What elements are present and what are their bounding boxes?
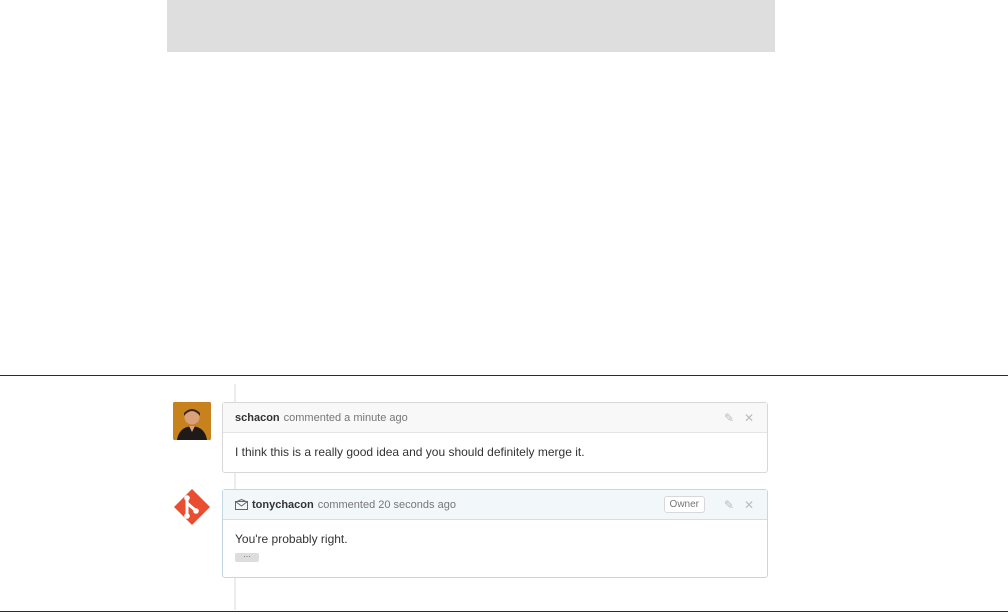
pencil-icon[interactable]: ✎ — [723, 499, 735, 511]
comment-header: tonychacon commented 20 seconds ago Owne… — [223, 490, 767, 520]
mail-icon — [235, 499, 248, 510]
close-icon[interactable]: ✕ — [743, 499, 755, 511]
comment-meta[interactable]: commented 20 seconds ago — [318, 499, 456, 511]
comment-text: I think this is a really good idea and y… — [235, 445, 585, 459]
comment-card: tonychacon commented 20 seconds ago Owne… — [222, 489, 768, 578]
comment-header: schacon commented a minute ago ✎ ✕ — [223, 403, 767, 433]
avatar-tonychacon[interactable] — [173, 488, 211, 526]
close-icon[interactable]: ✕ — [743, 412, 755, 424]
comment-meta[interactable]: commented a minute ago — [284, 412, 408, 424]
profile-photo-icon — [173, 402, 211, 440]
comment-author[interactable]: tonychacon — [252, 499, 314, 511]
comment-author[interactable]: schacon — [235, 412, 280, 424]
show-more-button[interactable]: … — [235, 551, 259, 562]
comment-body: You're probably right. … — [223, 520, 767, 562]
git-logo-icon — [174, 489, 210, 525]
pencil-icon[interactable]: ✎ — [723, 412, 735, 424]
bottom-divider — [0, 611, 1008, 612]
top-divider — [0, 375, 1008, 376]
comment-body: I think this is a really good idea and y… — [223, 433, 767, 459]
owner-badge: Owner — [663, 496, 705, 513]
top-gray-bar — [167, 0, 775, 52]
comment-card: schacon commented a minute ago ✎ ✕ I thi… — [222, 402, 768, 473]
avatar-schacon[interactable] — [173, 402, 211, 440]
comment-text: You're probably right. — [235, 532, 348, 546]
